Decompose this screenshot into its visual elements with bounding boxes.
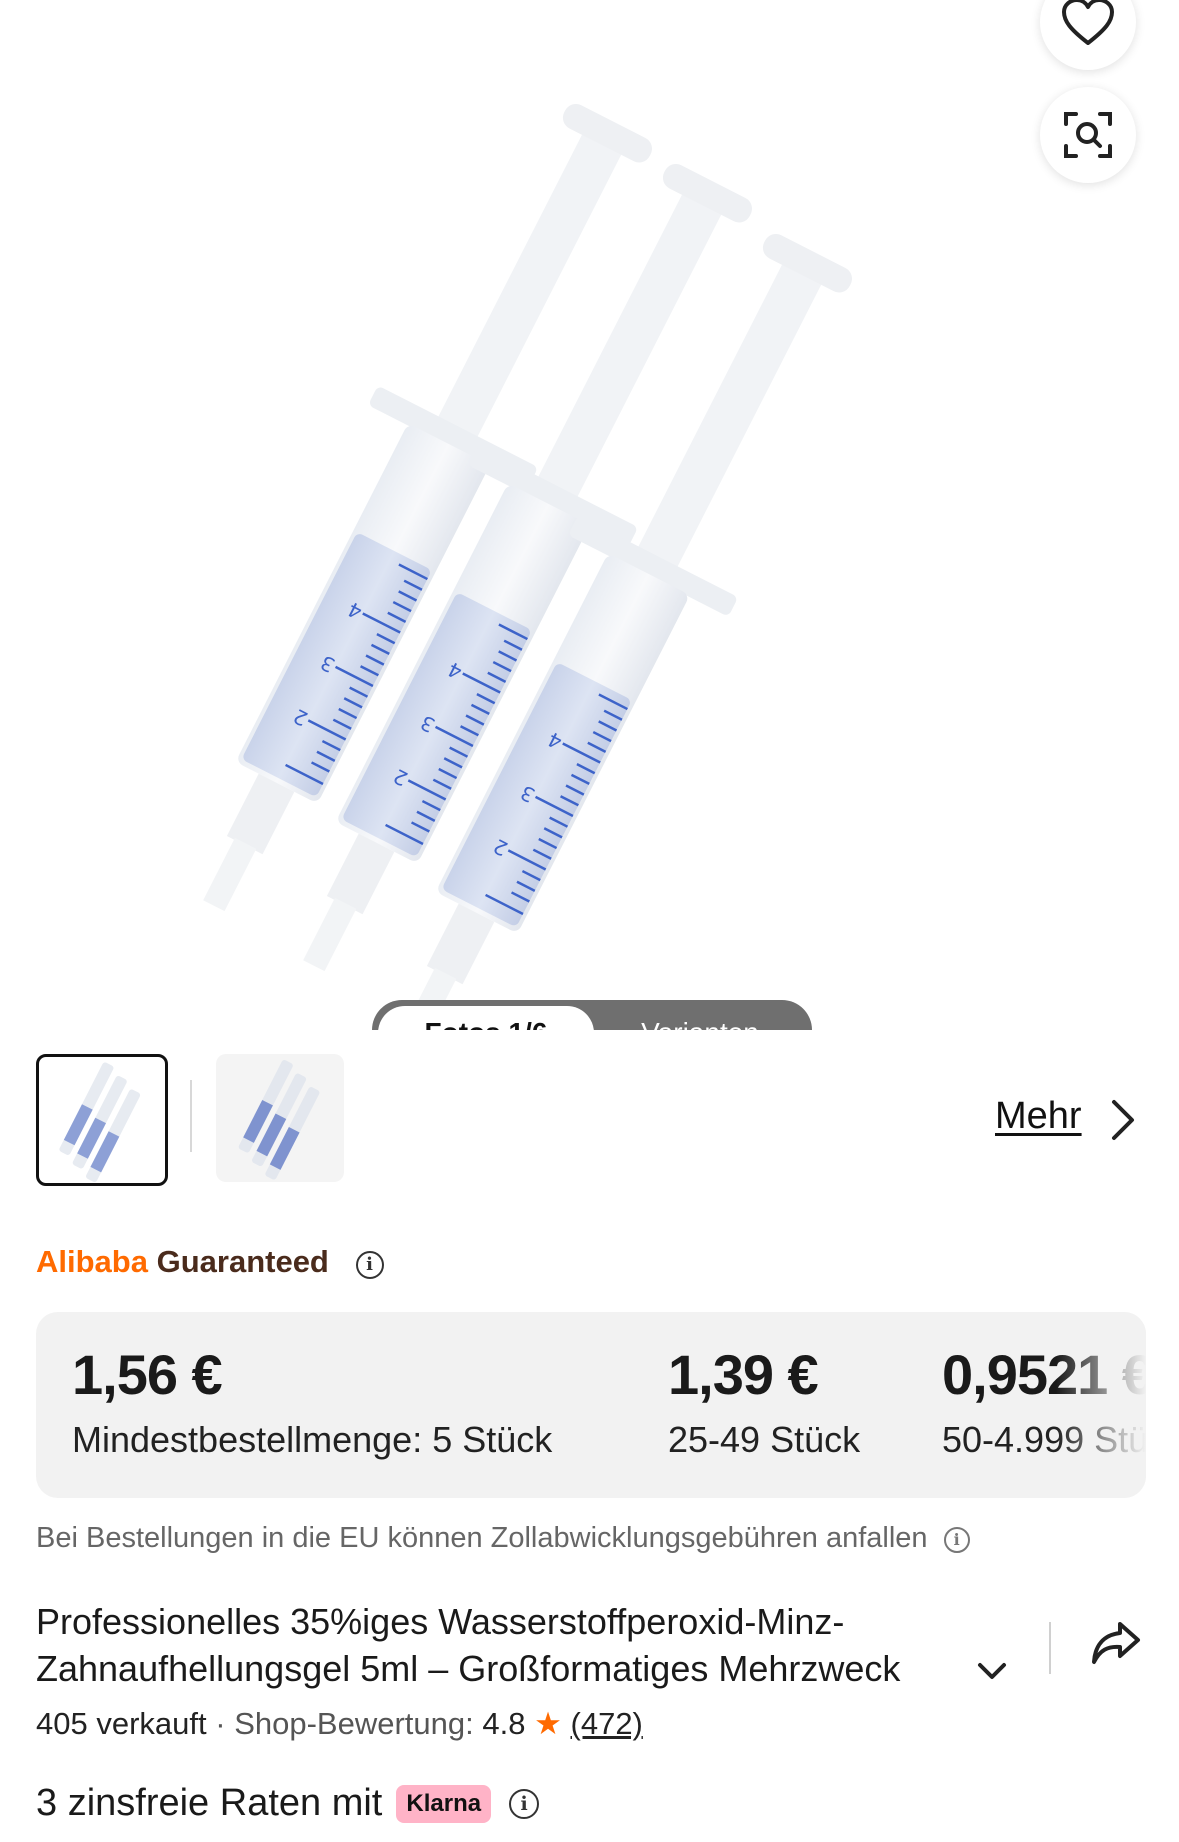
alibaba-wordmark: Alibaba (36, 1244, 148, 1279)
shop-rating-value: 4.8 (482, 1706, 526, 1741)
info-icon[interactable]: i (355, 1251, 384, 1279)
alibaba-guaranteed-badge[interactable]: Alibaba Guaranteed i (36, 1244, 384, 1280)
sold-count: 405 verkauft (36, 1706, 207, 1741)
tier-quantity: Mindestbestellmenge: 5 Stück (72, 1419, 553, 1460)
gallery-bottom-mask (0, 1030, 1179, 1090)
tier-price: 1,56 € (72, 1343, 223, 1406)
guaranteed-wordmark: Guaranteed (156, 1244, 329, 1279)
tab-photos[interactable]: Fotos 1/6 (378, 1006, 594, 1030)
tier-price: 1,39 € (668, 1343, 819, 1406)
price-tiers: 1,56 € Mindestbestellmenge: 5 Stück 1,39… (36, 1312, 1146, 1498)
product-title: Professionelles 35%iges Wasserstoffperox… (36, 1601, 901, 1689)
thumbnail-image (59, 1062, 141, 1182)
thumbnail-image (238, 1060, 320, 1180)
product-title-block[interactable]: Professionelles 35%iges Wasserstoffperox… (36, 1598, 1016, 1692)
product-meta: 405 verkauft · Shop-Bewertung: 4.8 ★ (47… (36, 1706, 643, 1742)
price-tier-2: 1,39 € 25-49 Stück (668, 1342, 860, 1461)
chevron-down-icon[interactable] (976, 1660, 1008, 1682)
star-icon: ★ (534, 1706, 562, 1741)
image-search-icon (1064, 112, 1112, 158)
info-icon[interactable]: i (943, 1527, 970, 1553)
klarna-logo: Klarna (396, 1784, 492, 1823)
tier-quantity: 25-49 Stück (668, 1419, 861, 1460)
thumbnail-2[interactable] (216, 1054, 344, 1182)
installments-text: 3 zinsfreie Raten mit (36, 1782, 383, 1824)
meta-separator: · (215, 1706, 226, 1741)
more-images-link[interactable]: Mehr (995, 1095, 1082, 1138)
price-tier-1: 1,56 € Mindestbestellmenge: 5 Stück (72, 1342, 552, 1461)
title-divider (1049, 1622, 1051, 1674)
thumbnail-divider (190, 1080, 192, 1152)
price-tiers-fade (1056, 1312, 1146, 1498)
tab-variants[interactable]: Varianten (594, 1006, 806, 1030)
thumbnail-1[interactable] (36, 1054, 168, 1186)
shop-rating-label: Shop-Bewertung: (234, 1706, 474, 1741)
review-count-link[interactable]: (472) (571, 1706, 643, 1741)
heart-icon (1062, 0, 1114, 45)
chevron-right-icon[interactable] (1108, 1098, 1138, 1142)
share-icon[interactable] (1090, 1620, 1142, 1668)
visual-search-button[interactable] (1040, 87, 1136, 183)
customs-note: Bei Bestellungen in die EU können Zollab… (36, 1522, 970, 1555)
info-icon[interactable]: i (509, 1788, 540, 1819)
media-tab-switch[interactable]: Fotos 1/6 Varianten (372, 1000, 812, 1030)
installments-row[interactable]: 3 zinsfreie Raten mit Klarna i (36, 1782, 540, 1825)
product-image-gallery[interactable]: 4 3 2 Fotos 1/6 Varianten (0, 0, 1179, 1030)
product-photo-syringes: 4 3 2 (132, 79, 895, 1030)
customs-note-text: Bei Bestellungen in die EU können Zollab… (36, 1522, 928, 1554)
